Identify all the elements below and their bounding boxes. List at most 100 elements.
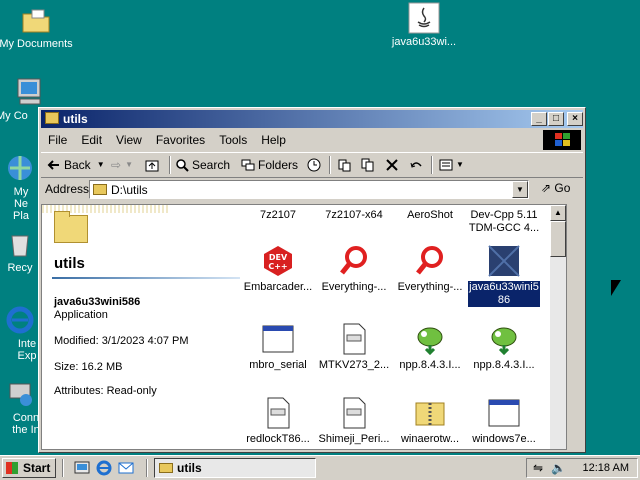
network-icon	[4, 152, 36, 184]
title-bar[interactable]: utils _ □ ×	[41, 110, 583, 128]
undo-button[interactable]	[409, 156, 426, 174]
scroll-thumb[interactable]	[550, 221, 566, 257]
copy-to-button[interactable]	[361, 156, 378, 174]
search-button[interactable]: Search	[175, 156, 230, 174]
scroll-up-button[interactable]: ▲	[550, 205, 566, 221]
move-to-button[interactable]	[337, 156, 354, 174]
forward-arrow-icon: ⇨	[111, 158, 122, 172]
outlook-express-icon[interactable]	[118, 460, 134, 476]
minimize-button[interactable]: _	[531, 112, 547, 126]
file-item-winaerotweaker[interactable]: winaerotw...	[390, 397, 470, 446]
web-view-pane: utils java6u33wini586 Application Modifi…	[42, 205, 242, 449]
window-icon	[488, 397, 520, 429]
search-label: Search	[192, 158, 231, 172]
close-button[interactable]: ×	[567, 112, 583, 126]
file-view[interactable]: utils java6u33wini586 Application Modifi…	[41, 204, 567, 450]
window-title: utils	[63, 112, 88, 126]
folders-button[interactable]: Folders	[241, 156, 298, 174]
file-item-npp-2[interactable]: npp.8.4.3.I...	[464, 323, 544, 372]
document-icon	[338, 397, 370, 429]
views-button[interactable]: ▼	[439, 156, 464, 174]
file-item-7z2107-x64[interactable]: 7z2107-x64	[314, 209, 394, 222]
desktop-icon-internet-explorer[interactable]: Inte Exp	[0, 304, 42, 362]
toolbar-separator	[431, 156, 433, 174]
folder-icon	[20, 4, 52, 36]
menu-help[interactable]: Help	[254, 130, 293, 150]
network-tray-icon[interactable]: ⇋	[533, 461, 543, 475]
explorer-window[interactable]: utils _ □ × File Edit View Favorites Tools He…	[38, 107, 586, 453]
file-item-aeroshot[interactable]: AeroShot	[390, 209, 470, 222]
address-value: D:\utils	[111, 183, 148, 197]
delete-button[interactable]	[385, 156, 402, 174]
file-label: redlockT86...	[246, 433, 310, 445]
maximize-button[interactable]: □	[548, 112, 564, 126]
file-item-mbro-serial[interactable]: mbro_serial	[238, 323, 318, 372]
move-to-icon	[337, 158, 351, 172]
toolbar: Back ▼ ⇨ ▼ Search Folders ▼	[41, 152, 583, 178]
file-item-java6u33wini586[interactable]: java6u33wini5 86	[464, 245, 544, 307]
file-item-everything-1[interactable]: Everything-...	[314, 245, 394, 294]
file-label: Everything-...	[397, 281, 463, 293]
taskbar-separator	[62, 459, 64, 477]
file-item-npp-1[interactable]: npp.8.4.3.I...	[390, 323, 470, 372]
file-label: AeroShot	[407, 209, 453, 221]
windows-logo-icon	[543, 130, 581, 150]
menu-tools[interactable]: Tools	[212, 130, 254, 150]
menu-file[interactable]: File	[41, 130, 74, 150]
desktop-icon-my-network[interactable]: My Ne Pla	[0, 152, 42, 222]
folder-name: utils	[54, 255, 85, 272]
magnifier-icon	[414, 245, 446, 277]
address-input[interactable]: D:\utils ▼	[89, 180, 529, 199]
taskbar-window-label: utils	[177, 461, 202, 475]
file-item-7z2107[interactable]: 7z2107	[238, 209, 318, 222]
up-folder-button[interactable]	[145, 156, 162, 174]
desktop-icon-my-documents[interactable]: My Documents	[0, 4, 76, 50]
history-icon	[307, 158, 321, 172]
menu-view[interactable]: View	[109, 130, 149, 150]
file-label: Dev-Cpp 5.11 TDM-GCC 4...	[468, 209, 540, 234]
file-label: Embarcader...	[243, 281, 313, 293]
file-item-redlock[interactable]: redlockT86...	[238, 397, 318, 446]
start-button[interactable]: Start	[2, 458, 56, 478]
file-item-everything-2[interactable]: Everything-...	[390, 245, 470, 294]
chameleon-icon	[414, 323, 446, 356]
desktop-icon-recycle-bin[interactable]: Recy	[0, 228, 42, 274]
history-button[interactable]	[307, 156, 324, 174]
address-dropdown-button[interactable]: ▼	[512, 181, 528, 198]
go-button[interactable]: ⇗ Go	[541, 181, 570, 195]
menu-favorites[interactable]: Favorites	[149, 130, 212, 150]
file-label: npp.8.4.3.I...	[399, 359, 461, 371]
divider	[52, 277, 240, 279]
selected-file-size: Size: 16.2 MB	[54, 361, 123, 373]
file-item-windows7e[interactable]: windows7e...	[464, 397, 544, 446]
menu-edit[interactable]: Edit	[74, 130, 109, 150]
desktop-icon-label: My Documents	[0, 38, 73, 50]
volume-icon[interactable]: 🔈	[551, 461, 566, 475]
menu-bar: File Edit View Favorites Tools Help	[41, 130, 583, 150]
taskbar-window-utils[interactable]: utils	[154, 458, 316, 478]
back-label: Back	[64, 158, 91, 172]
folders-label: Folders	[258, 158, 299, 172]
vertical-scrollbar[interactable]: ▲	[550, 205, 566, 449]
back-button[interactable]: Back ▼	[47, 156, 105, 174]
installer-icon	[488, 245, 520, 277]
clock[interactable]: 12:18 AM	[583, 462, 629, 474]
document-icon	[338, 323, 370, 355]
file-label: Everything-...	[321, 281, 387, 293]
start-label: Start	[23, 461, 51, 475]
selected-file-modified: Modified: 3/1/2023 4:07 PM	[54, 335, 189, 347]
folder-icon	[159, 463, 173, 473]
desktop-icon-connect-internet[interactable]: Conn the In	[0, 378, 42, 436]
file-item-shimeji[interactable]: Shimeji_Peri...	[314, 397, 394, 446]
undo-icon	[409, 158, 423, 172]
file-item-mtkv273[interactable]: MTKV273_2...	[314, 323, 394, 372]
back-arrow-icon	[47, 158, 61, 172]
file-item-embarcadero[interactable]: DEV C++ Embarcader...	[238, 245, 318, 294]
file-item-dev-cpp[interactable]: Dev-Cpp 5.11 TDM-GCC 4...	[464, 209, 544, 235]
file-label: 7z2107-x64	[325, 209, 383, 221]
desktop-icon-java-installer[interactable]: java6u33wi...	[384, 2, 464, 48]
forward-button[interactable]: ⇨ ▼	[111, 156, 133, 174]
ie-icon[interactable]	[96, 460, 112, 476]
show-desktop-icon[interactable]	[74, 460, 90, 476]
svg-text:C++: C++	[268, 262, 287, 271]
